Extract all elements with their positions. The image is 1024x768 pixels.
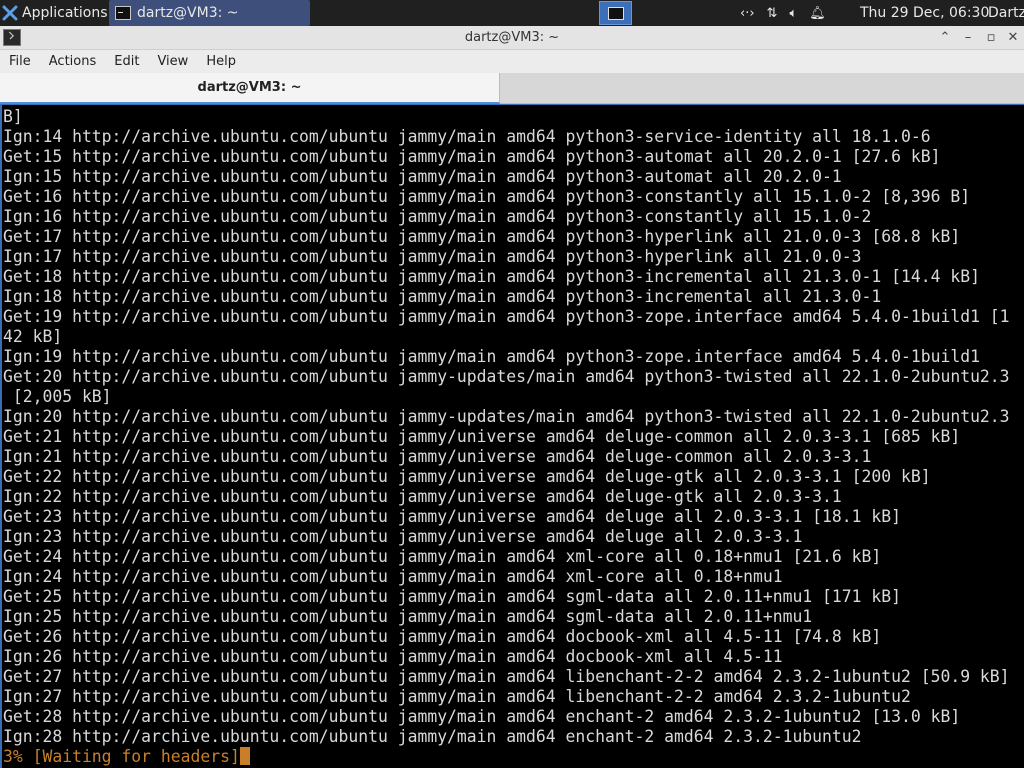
terminal-line: Get:24 http://archive.ubuntu.com/ubuntu … xyxy=(3,547,882,566)
workspace-window-thumbnail xyxy=(607,6,624,20)
keep-above-icon[interactable]: ⌃ xyxy=(936,29,954,47)
apt-progress-status: 3% [Waiting for headers] xyxy=(3,747,1023,767)
top-panel: Applications dartz@VM3: ~ ‹·› ⇅ 🔈︎ 🔔︎ Th… xyxy=(0,0,1024,26)
terminal-line: Ign:18 http://archive.ubuntu.com/ubuntu … xyxy=(3,287,882,306)
taskbar-item-terminal[interactable]: dartz@VM3: ~ xyxy=(109,0,310,26)
terminal-line: B] xyxy=(3,107,23,126)
tab-bar: dartz@VM3: ~ xyxy=(0,73,1024,104)
workspace-switcher[interactable] xyxy=(599,1,632,25)
window-titlebar[interactable]: dartz@VM3: ~ ⌃ – ▫ ✕ xyxy=(0,26,1024,50)
terminal-line: 42 kB] xyxy=(3,327,63,346)
terminal-line: Get:21 http://archive.ubuntu.com/ubuntu … xyxy=(3,427,961,446)
terminal-line: Get:15 http://archive.ubuntu.com/ubuntu … xyxy=(3,147,941,166)
menu-bar: File Actions Edit View Help xyxy=(0,50,1024,73)
terminal-line: Ign:20 http://archive.ubuntu.com/ubuntu … xyxy=(3,407,1010,426)
terminal-lines: B] Ign:14 http://archive.ubuntu.com/ubunt… xyxy=(3,107,1023,767)
menu-help[interactable]: Help xyxy=(197,54,245,69)
system-tray: ‹·› ⇅ 🔈︎ 🔔︎ xyxy=(740,0,826,26)
terminal-line: Ign:25 http://archive.ubuntu.com/ubuntu … xyxy=(3,607,813,626)
terminal-line: Get:28 http://archive.ubuntu.com/ubuntu … xyxy=(3,707,961,726)
terminal-line: Get:25 http://archive.ubuntu.com/ubuntu … xyxy=(3,587,901,606)
terminal-line: Get:20 http://archive.ubuntu.com/ubuntu … xyxy=(3,367,1010,386)
close-icon[interactable]: ✕ xyxy=(1004,29,1022,47)
terminal-line: Ign:16 http://archive.ubuntu.com/ubuntu … xyxy=(3,207,872,226)
terminal-line: Get:23 http://archive.ubuntu.com/ubuntu … xyxy=(3,507,901,526)
terminal-line: Get:22 http://archive.ubuntu.com/ubuntu … xyxy=(3,467,931,486)
terminal-line: Ign:26 http://archive.ubuntu.com/ubuntu … xyxy=(3,647,783,666)
terminal-window: dartz@VM3: ~ ⌃ – ▫ ✕ File Actions Edit V… xyxy=(0,26,1024,768)
menu-view[interactable]: View xyxy=(148,54,197,69)
terminal-line: Ign:21 http://archive.ubuntu.com/ubuntu … xyxy=(3,447,872,466)
terminal-icon xyxy=(115,6,131,20)
window-title: dartz@VM3: ~ xyxy=(464,30,560,45)
terminal-line: Ign:17 http://archive.ubuntu.com/ubuntu … xyxy=(3,247,862,266)
terminal-line: [2,005 kB] xyxy=(3,387,112,406)
terminal-line: Get:17 http://archive.ubuntu.com/ubuntu … xyxy=(3,227,961,246)
tab-terminal[interactable]: dartz@VM3: ~ xyxy=(0,73,500,104)
terminal-cursor xyxy=(239,747,250,765)
terminal-line: Ign:27 http://archive.ubuntu.com/ubuntu … xyxy=(3,687,911,706)
applications-label: Applications xyxy=(22,5,108,21)
clock[interactable]: Thu 29 Dec, 06:30 xyxy=(860,0,989,26)
terminal-line: Get:26 http://archive.ubuntu.com/ubuntu … xyxy=(3,627,882,646)
minimize-icon[interactable]: – xyxy=(959,29,977,47)
terminal-line: Ign:15 http://archive.ubuntu.com/ubuntu … xyxy=(3,167,842,186)
menu-edit[interactable]: Edit xyxy=(105,54,148,69)
menu-file[interactable]: File xyxy=(0,54,40,69)
applications-menu-button[interactable]: Applications xyxy=(0,0,108,26)
terminal-line: Get:18 http://archive.ubuntu.com/ubuntu … xyxy=(3,267,980,286)
user-menu[interactable]: Dartz xyxy=(988,0,1024,26)
terminal-line: Get:16 http://archive.ubuntu.com/ubuntu … xyxy=(3,187,971,206)
xfce-logo-icon xyxy=(2,5,18,21)
menu-actions[interactable]: Actions xyxy=(40,54,106,69)
transfer-arrows-icon[interactable]: ⇅ xyxy=(767,6,778,21)
taskbar-item-label: dartz@VM3: ~ xyxy=(137,5,239,21)
terminal-line: Ign:23 http://archive.ubuntu.com/ubuntu … xyxy=(3,527,803,546)
network-icon[interactable]: ‹·› xyxy=(740,6,755,21)
terminal-line: Ign:24 http://archive.ubuntu.com/ubuntu … xyxy=(3,567,783,586)
terminal-line: Ign:14 http://archive.ubuntu.com/ubuntu … xyxy=(3,127,931,146)
volume-icon[interactable]: 🔈︎ xyxy=(789,6,797,21)
terminal-line: Get:27 http://archive.ubuntu.com/ubuntu … xyxy=(3,667,1010,686)
notification-bell-icon[interactable]: 🔔︎ xyxy=(809,6,826,21)
terminal-line: Get:19 http://archive.ubuntu.com/ubuntu … xyxy=(3,307,1010,326)
terminal-output[interactable]: B] Ign:14 http://archive.ubuntu.com/ubunt… xyxy=(0,104,1024,768)
apt-progress-text: 3% [Waiting for headers] xyxy=(3,747,240,766)
terminal-line: Ign:22 http://archive.ubuntu.com/ubuntu … xyxy=(3,487,842,506)
maximize-icon[interactable]: ▫ xyxy=(982,29,1000,47)
terminal-line: Ign:19 http://archive.ubuntu.com/ubuntu … xyxy=(3,347,980,366)
terminal-line: Ign:28 http://archive.ubuntu.com/ubuntu … xyxy=(3,727,862,746)
